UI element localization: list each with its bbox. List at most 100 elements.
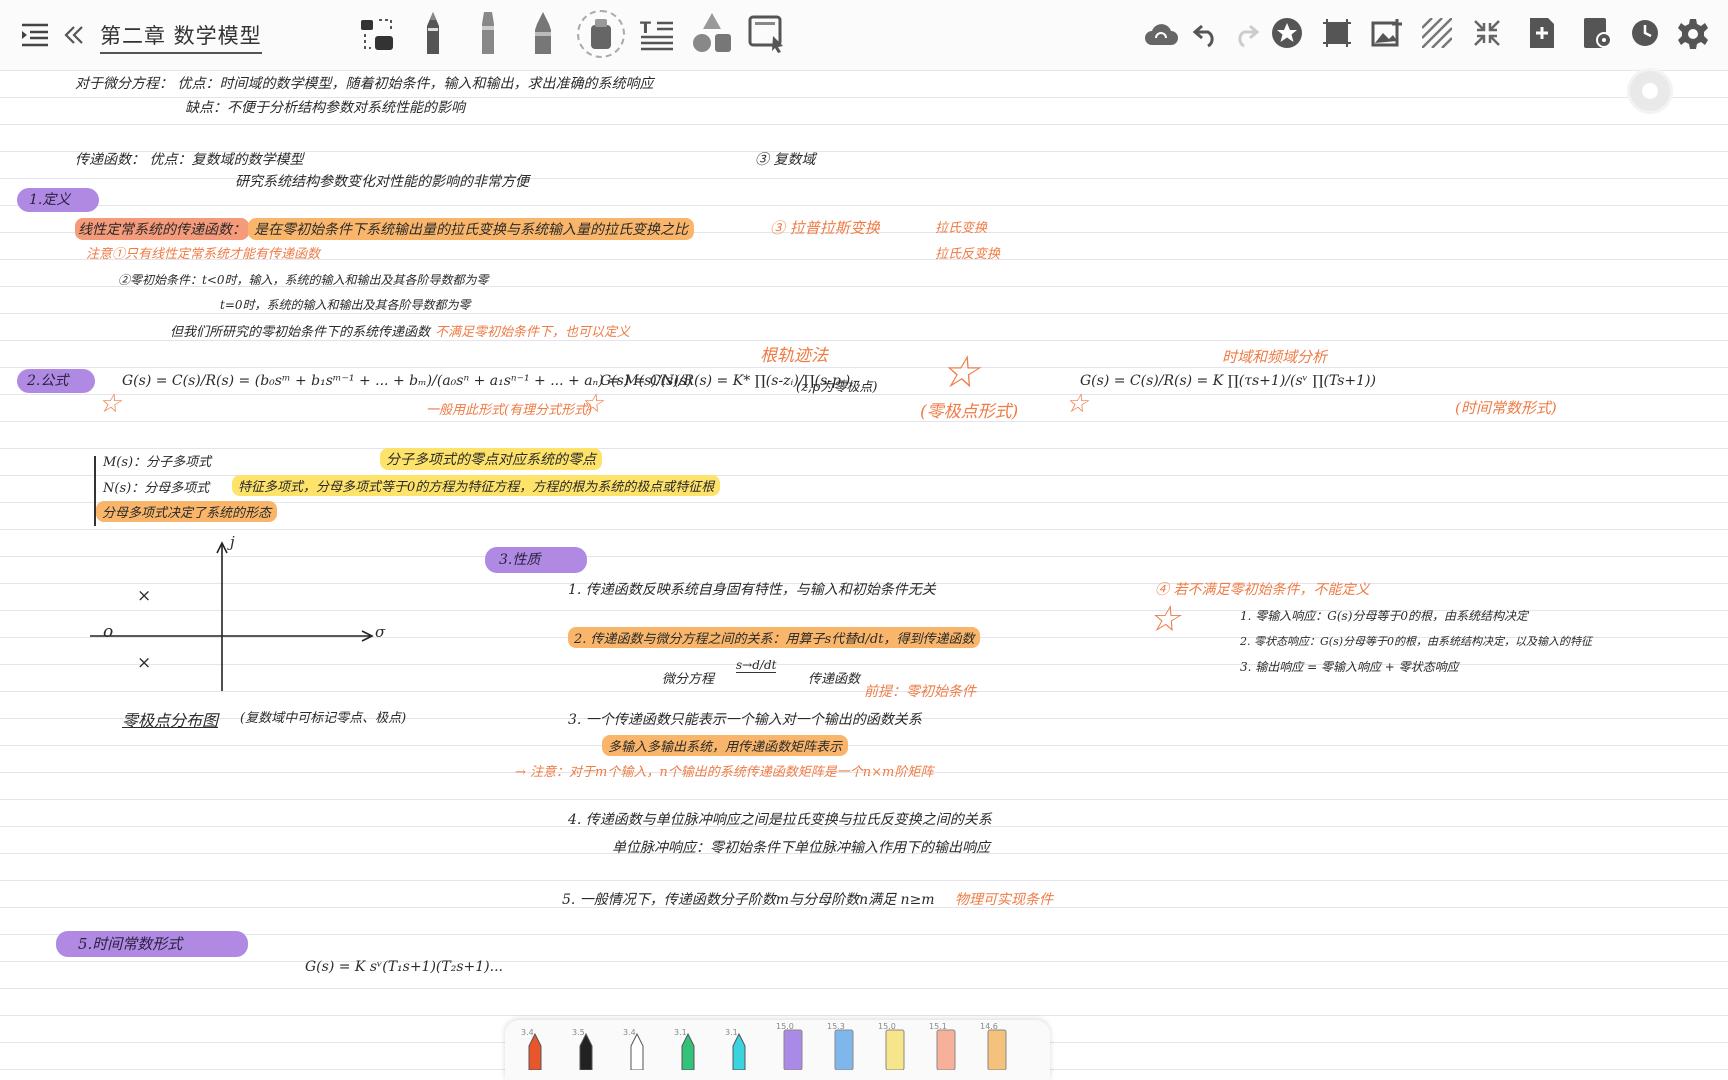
shrink-icon[interactable] (1470, 16, 1504, 50)
section-tag-definition: 1.定义 (17, 188, 99, 212)
pen-size-label: 15.0 (776, 1022, 794, 1031)
pen-size-label: 14.6 (980, 1022, 998, 1031)
settings-icon[interactable] (1675, 16, 1711, 52)
zero-mark: o (103, 622, 114, 642)
side-note-1: 1. 零输入响应：G(s)分母等于0的根，由系统结构决定 (1240, 609, 1529, 623)
pen-dock: 3.4 3.5 3.4 3.1 3.1 15.0 15.3 15.0 15.1 14.6 (505, 1020, 1050, 1080)
pen-size-label: 3.5 (572, 1028, 585, 1037)
definition-side-3: 拉氏反变换 (935, 247, 1001, 262)
property-4: 4. 传递函数与单位脉冲响应之间是拉氏变换与拉氏反变换之间的关系 (568, 812, 992, 828)
star-mark-1: ☆ (98, 389, 122, 419)
zero-condition-3: 但我们所研究的零初始条件下的系统传递函数 (170, 325, 431, 340)
property-2: 2. 传递函数与微分方程之间的关系：用算子s代替d/dt，得到传递函数 (568, 627, 981, 648)
formula-3: G(s) = C(s)/R(s) = K ∏(τs+1)/(sᵛ ∏(Ts+1)… (1080, 373, 1376, 389)
pen-size-label: 3.4 (521, 1028, 534, 1037)
floating-action-button[interactable] (1630, 71, 1670, 111)
zero-condition-3b: 不满足零初始条件下，也可以定义 (435, 325, 631, 340)
star-mark-3: ☆ (1065, 389, 1089, 419)
crop-icon[interactable] (1320, 16, 1354, 50)
side-note-2: 2. 零状态响应：G(s)分母等于0的根，由系统结构决定，以及输入的特征 (1240, 635, 1593, 648)
side-note-title: ④ 若不满足零初始条件，不能定义 (1155, 582, 1370, 598)
top-toolbar: 第二章 数学模型 T (0, 0, 1728, 71)
definition-side-1: ③ 拉普拉斯变换 (770, 219, 880, 237)
pole-mark-upper: × (137, 586, 152, 606)
definition-side-2: 拉氏变换 (935, 221, 988, 236)
pole-zero-label: 零极点分布图 (122, 711, 219, 730)
highlighter-tool-icon[interactable] (525, 8, 561, 58)
pole-zero-note: (复数域中可标记零点、极点) (240, 711, 407, 726)
property-3c: → 注意：对于m个输入，n个输出的系统传递函数矩阵是一个n×m阶矩阵 (515, 765, 934, 780)
note-page[interactable]: 对于微分方程： 优点：时间域的数学模型，随着初始条件，输入和输出，求出准确的系统… (0, 71, 1728, 1080)
pen-slot-2[interactable]: 3.5 (572, 1028, 594, 1074)
svg-text:T: T (640, 18, 651, 37)
outline-toggle-icon[interactable] (18, 18, 52, 52)
pen-slot-1[interactable]: 3.4 (521, 1028, 543, 1074)
property-3b: 多输入多输出系统，用传递函数矩阵表示 (602, 735, 849, 756)
formula-3-tag: (时间常数形式) (1455, 399, 1557, 417)
star-icon[interactable] (1270, 16, 1304, 50)
note-line-3b: ③ 复数域 (755, 152, 816, 168)
property-2e: 前提：零初始条件 (864, 684, 976, 700)
ms-label: M(s)：分子多项式 (103, 455, 212, 470)
add-page-icon[interactable] (1525, 14, 1559, 52)
ms-note-2: 分母多项式决定了系统的形态 (96, 501, 278, 522)
side-note-3: 3. 输出响应 = 零输入响应 + 零状态响应 (1240, 660, 1459, 674)
bottom-formula: G(s) = K sᵛ(T₁s+1)(T₂s+1)... (305, 959, 503, 975)
lasso-tool-icon[interactable] (355, 12, 399, 56)
section-tag-time-constant: 5.时间常数形式 (56, 931, 248, 957)
image-select-tool-icon[interactable] (745, 12, 789, 56)
property-5b: 物理可实现条件 (955, 892, 1053, 908)
pen-size-label: 15.3 (827, 1022, 845, 1031)
property-5: 5. 一般情况下，传递函数分子阶数m与分母阶数n满足 n≥m (562, 892, 935, 908)
marker-tool-icon[interactable] (470, 8, 506, 58)
pen-size-label: 15.0 (878, 1022, 896, 1031)
property-4b: 单位脉冲响应：零初始条件下单位脉冲输入作用下的输出响应 (612, 840, 990, 856)
formula-2-title: 根轨迹法 (760, 346, 828, 366)
note-line-3: 传递函数： 优点：复数域的数学模型 (75, 152, 304, 168)
double-chevron-left-icon[interactable] (60, 20, 88, 50)
clock-icon[interactable] (1628, 16, 1662, 50)
pen-slot-8[interactable]: 15.0 (878, 1022, 906, 1074)
insert-image-icon[interactable] (1370, 16, 1404, 50)
axis-sigma-label: σ (375, 623, 386, 641)
pen-slot-3[interactable]: 3.4 (623, 1028, 645, 1074)
shapes-tool-icon[interactable] (690, 10, 734, 56)
eraser-tool-icon[interactable] (577, 10, 625, 58)
pen-slot-10[interactable]: 14.6 (980, 1022, 1008, 1074)
section-tag-formula: 2.公式 (17, 369, 95, 393)
big-star-mark: ☆ (940, 347, 980, 398)
pen-tool-icon[interactable] (415, 8, 451, 58)
text-tool-icon[interactable]: T (635, 12, 679, 56)
pen-slot-7[interactable]: 15.3 (827, 1022, 855, 1074)
ms-note: 分子多项式的零点对应系统的零点 (380, 448, 602, 470)
side-star-mark: ☆ (1148, 599, 1181, 640)
notebook-icon[interactable] (1580, 14, 1614, 52)
property-1: 1. 传递函数反映系统自身固有特性，与输入和初始条件无关 (568, 582, 936, 598)
axis-j-label: j (230, 533, 235, 551)
pole-mark-lower: × (137, 653, 152, 673)
note-line-2: 缺点：不便于分析结构参数对系统性能的影响 (185, 100, 465, 116)
undo-icon[interactable] (1190, 18, 1222, 50)
pen-slot-9[interactable]: 15.1 (929, 1022, 957, 1074)
pen-size-label: 3.1 (674, 1028, 687, 1037)
pen-slot-5[interactable]: 3.1 (725, 1028, 747, 1074)
section-tag-properties: 3.性质 (485, 547, 587, 573)
property-2b: 微分方程 (662, 672, 715, 687)
pen-size-label: 3.4 (623, 1028, 636, 1037)
property-2c: s→d/dt (736, 658, 777, 673)
star-mark-2: ☆ (580, 389, 604, 419)
redo-icon[interactable] (1230, 18, 1262, 50)
notebook-title[interactable]: 第二章 数学模型 (100, 20, 262, 54)
definition-line-1: 线性定常系统的传递函数： (75, 218, 249, 240)
formula-3-title: 时域和频域分析 (1222, 348, 1328, 366)
pen-slot-6[interactable]: 15.0 (776, 1022, 804, 1074)
pen-size-label: 3.1 (725, 1028, 738, 1037)
cloud-sync-icon[interactable] (1143, 18, 1179, 50)
note-line-4: 研究系统结构参数变化对性能的影响的非常方便 (235, 174, 529, 190)
pen-slot-4[interactable]: 3.1 (674, 1028, 696, 1074)
note-line-1: 对于微分方程： 优点：时间域的数学模型，随着初始条件，输入和输出，求出准确的系统… (75, 76, 654, 92)
pattern-icon[interactable] (1420, 16, 1454, 50)
property-3: 3. 一个传递函数只能表示一个输入对一个输出的函数关系 (568, 712, 922, 728)
zero-condition-2: t=0时，系统的输入和输出及其各阶导数都为零 (220, 298, 471, 312)
definition-note: 注意①只有线性定常系统才能有传递函数 (86, 247, 321, 262)
